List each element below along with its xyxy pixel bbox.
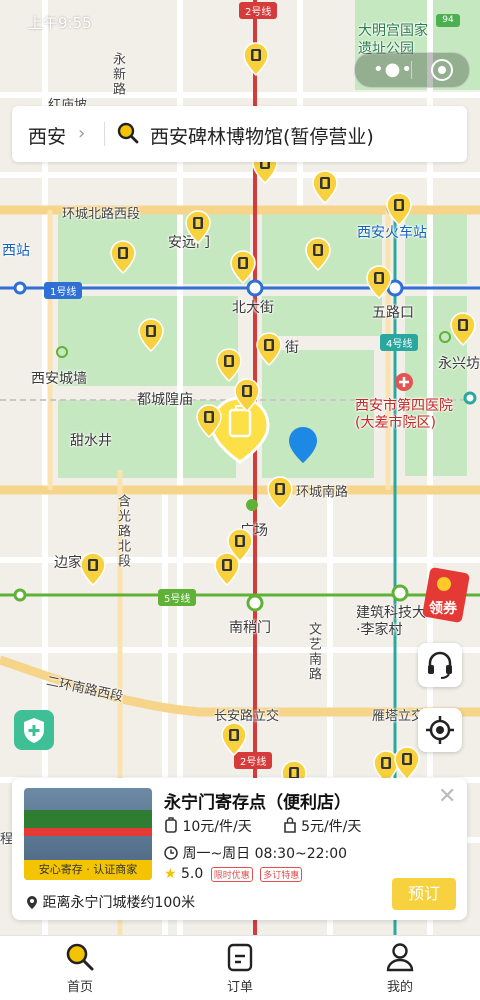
storage-pin-icon[interactable] bbox=[312, 170, 338, 204]
storage-pin-icon[interactable] bbox=[450, 312, 476, 346]
metro-line1-tag: 1号线 bbox=[44, 282, 83, 299]
distance-text: 距离永宁门城楼约100米 bbox=[42, 895, 196, 911]
user-icon bbox=[386, 943, 414, 972]
target-close-icon[interactable] bbox=[431, 59, 453, 81]
road-hanguang: 含光路北段 bbox=[115, 494, 130, 569]
distance-row: 距离永宁门城楼约100米 bbox=[26, 892, 195, 912]
tab-home[interactable]: 首页 bbox=[0, 936, 160, 1000]
place-beidajie: 北大街 bbox=[232, 300, 274, 316]
storage-pin-icon[interactable] bbox=[267, 476, 293, 510]
search-bar[interactable]: 西安 › 西安碑林博物馆(暂停营业) bbox=[12, 106, 467, 162]
store-title: 永宁门寄存点（便利店） bbox=[164, 793, 351, 813]
status-time: 上午9:55 bbox=[28, 14, 92, 32]
safety-shield-button[interactable] bbox=[14, 710, 54, 750]
storage-pin-icon[interactable] bbox=[216, 348, 242, 382]
road-huanchengbei: 环城北路西段 bbox=[62, 207, 141, 222]
storage-pin-icon[interactable] bbox=[366, 265, 392, 299]
metro-line2-tag-top: 2号线 bbox=[239, 2, 278, 19]
metro-line4-tag: 4号线 bbox=[380, 334, 419, 351]
storage-pin-icon[interactable] bbox=[256, 332, 282, 366]
road-yanta: 雁塔立交 bbox=[372, 709, 425, 724]
verified-merchant-badge: 安心寄存 · 认证商家 bbox=[24, 860, 152, 880]
storage-pin-icon[interactable] bbox=[214, 552, 240, 586]
large-luggage-icon bbox=[165, 817, 177, 833]
storage-pin-icon[interactable] bbox=[221, 722, 247, 756]
star-icon: ★ bbox=[164, 866, 177, 882]
headset-icon bbox=[428, 651, 452, 679]
rating-row: ★ 5.0 限时优惠 多订特惠 bbox=[164, 866, 303, 882]
storage-pin-icon[interactable] bbox=[234, 378, 260, 412]
more-dots-icon[interactable]: •●• bbox=[373, 61, 413, 79]
place-hospital: 西安市第四医院 (大差市院区) bbox=[355, 398, 453, 431]
customer-service-button[interactable] bbox=[418, 643, 462, 687]
price-large: 10元/件/天 bbox=[182, 819, 252, 835]
clock-icon bbox=[164, 846, 178, 860]
place-xian-west-station: 西站 bbox=[2, 243, 30, 259]
place-duchenghuang: 都城隍庙 bbox=[137, 392, 193, 408]
storage-pin-icon[interactable] bbox=[386, 192, 412, 226]
storage-pin-icon[interactable] bbox=[196, 404, 222, 438]
place-jie: 街 bbox=[285, 340, 299, 356]
search-query[interactable]: 西安碑林博物馆(暂停营业) bbox=[150, 122, 374, 149]
locate-icon bbox=[426, 716, 454, 744]
storage-pin-icon[interactable] bbox=[243, 42, 269, 76]
storage-pin-icon[interactable] bbox=[80, 552, 106, 586]
map[interactable]: 大明宫国家 遗址公园 西安火车站 西站 安远门 北大街 五路口 永兴坊 西安城墙… bbox=[0, 0, 480, 935]
coupon-envelope[interactable]: 领券 bbox=[420, 562, 472, 624]
hours-row: 周一~周日 08:30~22:00 bbox=[164, 843, 347, 863]
book-button[interactable]: 预订 bbox=[392, 878, 456, 910]
rating-value: 5.0 bbox=[181, 866, 204, 882]
store-card[interactable]: 安心寄存 · 认证商家 永宁门寄存点（便利店） ✕ 10元/件/天 5元/件/天… bbox=[12, 778, 467, 920]
locate-me-button[interactable] bbox=[418, 708, 462, 752]
promo-tag-limited: 限时优惠 bbox=[210, 867, 253, 882]
store-sign-stripe bbox=[24, 828, 152, 836]
price-row: 10元/件/天 5元/件/天 bbox=[164, 816, 361, 836]
tab-profile-label: 我的 bbox=[386, 980, 413, 995]
store-photo: 安心寄存 · 认证商家 bbox=[24, 788, 152, 880]
storage-pin-icon[interactable] bbox=[305, 237, 331, 271]
battery-indicator: 94 bbox=[436, 14, 460, 27]
small-bag-icon bbox=[283, 817, 296, 833]
storage-pin-icon[interactable] bbox=[230, 250, 256, 284]
road-yongxinlu: 永新路 bbox=[110, 52, 125, 97]
store-sign bbox=[24, 810, 152, 828]
miniprogram-capsule: •●• bbox=[354, 52, 470, 88]
storage-pin-icon[interactable] bbox=[394, 746, 420, 780]
place-xian-wall: 西安城墙 bbox=[31, 371, 87, 387]
opening-hours: 周一~周日 08:30~22:00 bbox=[182, 846, 348, 862]
tab-orders[interactable]: 订单 bbox=[160, 936, 320, 1000]
storage-pin-icon[interactable] bbox=[138, 318, 164, 352]
tab-bar: 首页 订单 我的 bbox=[0, 935, 480, 1000]
capsule-divider bbox=[411, 61, 412, 79]
storage-pin-icon[interactable] bbox=[185, 210, 211, 244]
search-divider bbox=[104, 122, 105, 146]
place-bianjia: 边家 bbox=[54, 555, 82, 571]
place-yongxingfang: 永兴坊 bbox=[438, 356, 480, 372]
storage-pin-icon[interactable] bbox=[110, 240, 136, 274]
coupon-label: 领券 bbox=[429, 601, 457, 617]
order-icon bbox=[227, 943, 253, 972]
price-small: 5元/件/天 bbox=[301, 819, 362, 835]
location-pin-icon bbox=[27, 896, 37, 909]
search-icon bbox=[117, 122, 139, 144]
shield-icon bbox=[24, 718, 44, 743]
place-jianzhu: 建筑科技大 ·李家村 bbox=[356, 605, 426, 638]
tab-profile[interactable]: 我的 bbox=[320, 936, 480, 1000]
road-wenyi: 文艺南路 bbox=[306, 622, 321, 682]
tab-home-label: 首页 bbox=[66, 980, 93, 995]
place-wulukou: 五路口 bbox=[372, 305, 414, 321]
search-icon bbox=[66, 943, 94, 971]
metro-line5-tag: 5号线 bbox=[158, 589, 197, 606]
chevron-right-icon: › bbox=[78, 123, 86, 144]
city-selector[interactable]: 西安 bbox=[28, 122, 66, 149]
close-icon[interactable]: ✕ bbox=[438, 784, 456, 809]
road-huanchengnan: 环城南路 bbox=[296, 485, 349, 500]
place-tianshuijing: 甜水井 bbox=[70, 433, 112, 449]
tab-orders-label: 订单 bbox=[226, 980, 253, 995]
place-nanshaomen: 南稍门 bbox=[229, 620, 271, 636]
promo-tag-multi: 多订特惠 bbox=[260, 867, 303, 882]
